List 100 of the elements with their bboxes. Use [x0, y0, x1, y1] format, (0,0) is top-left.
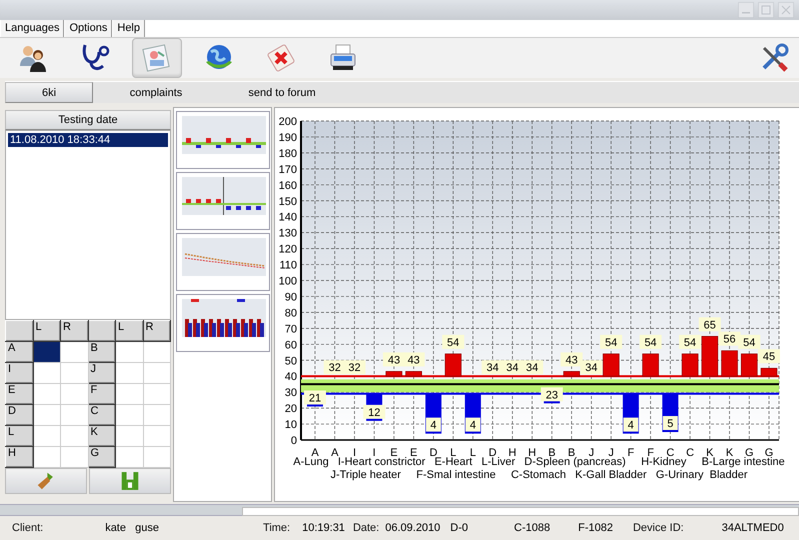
grid-cell[interactable] [60, 384, 88, 405]
status-label: Time: [263, 522, 290, 534]
chart-thumbnail[interactable] [176, 172, 270, 230]
bar [563, 372, 580, 377]
axis-tick-label: 130 [278, 228, 297, 240]
status-value: F-1082 [578, 522, 613, 534]
axis-tick-label: 170 [278, 164, 297, 176]
save-button[interactable] [89, 468, 171, 494]
header-cell: L [116, 320, 143, 342]
row-header: B [88, 342, 116, 363]
close-button[interactable] [777, 2, 795, 18]
header-cell: L [33, 320, 60, 342]
value-label: 21 [304, 390, 326, 405]
category-label: A [311, 447, 319, 456]
status-label: Device ID: [632, 522, 684, 534]
minimize-button[interactable] [737, 2, 755, 18]
value-label: 4 [426, 418, 441, 432]
value-label: 12 [363, 405, 386, 420]
status-label: Date: [352, 522, 380, 534]
grid-cell[interactable] [143, 342, 170, 363]
value-label: 56 [718, 332, 741, 346]
row-header: I [6, 362, 33, 384]
category-label: H [508, 447, 516, 456]
grid-cell[interactable] [60, 404, 88, 426]
legend-text: A-Lung I-Heart constrictor E-Heart L-Liver D-Spleen (pancreas) H-Kidney B-Large intestine [293, 456, 785, 470]
axis-tick-label: 200 [278, 116, 297, 128]
value-label: 54 [600, 335, 622, 350]
value-label: 34 [521, 360, 544, 375]
bar [760, 368, 778, 377]
axis-tick-label: 0 [290, 435, 297, 448]
tab[interactable]: 6ki [5, 82, 93, 104]
category-label: L [450, 447, 456, 456]
grid-cell[interactable] [33, 342, 60, 363]
value-label: 4 [623, 418, 638, 432]
menu-item[interactable]: Languages [0, 20, 64, 37]
bar [444, 354, 462, 377]
grid-cell[interactable] [143, 362, 170, 384]
grid-cell[interactable] [33, 426, 60, 447]
axis-tick-label: 120 [278, 244, 297, 256]
axis-tick-label: 150 [278, 196, 297, 208]
chart-thumbnail[interactable] [176, 294, 270, 352]
tab[interactable]: complaints [93, 82, 219, 104]
value-label: 4 [465, 418, 480, 432]
grid-cell[interactable] [60, 426, 88, 447]
value-label: 34 [580, 360, 602, 375]
header-cell: R [143, 320, 170, 342]
grid-cell[interactable] [60, 362, 88, 384]
column-header[interactable]: Testing date [5, 110, 171, 130]
value-label: 34 [482, 360, 504, 375]
chart-thumbnail[interactable] [176, 233, 270, 292]
axis-tick-label: 180 [278, 148, 297, 160]
grid-cell[interactable] [116, 426, 143, 447]
grid-cell[interactable] [143, 404, 170, 426]
menu-item[interactable]: Help [112, 20, 145, 37]
tab[interactable]: send to forum [219, 82, 345, 104]
list-item[interactable]: 11.08.2010 18:33:44 [8, 133, 168, 148]
status-value: kate guse [105, 522, 160, 534]
value-label: 45 [758, 350, 780, 364]
grid-cell[interactable] [33, 404, 60, 426]
legend-text: J-Triple heater F-Smal intestine C-Stomach K-Gall Bladder G-Urinary Bladder [330, 469, 748, 482]
row-header: J [88, 362, 116, 384]
value-label: 54 [679, 335, 702, 350]
bar [721, 350, 738, 377]
grid-cell[interactable] [60, 342, 88, 363]
category-label: J [608, 447, 614, 456]
grid-cell[interactable] [143, 426, 170, 447]
category-label: E [390, 447, 398, 456]
category-label: C [686, 447, 694, 456]
grid-cell[interactable] [116, 384, 143, 405]
value-label: 54 [640, 335, 662, 350]
grid-cell[interactable] [116, 362, 143, 384]
scrollbar-thumb[interactable] [242, 507, 799, 516]
category-label: I [352, 447, 356, 456]
grid-cell[interactable] [33, 384, 60, 405]
header-cell: R [60, 320, 88, 342]
maximize-button[interactable] [757, 2, 775, 18]
grid-cell[interactable] [116, 342, 143, 363]
grid-cell[interactable] [33, 362, 60, 384]
row-header: C [88, 404, 116, 426]
menu-item[interactable]: Options [64, 20, 112, 37]
row-header: E [6, 384, 33, 405]
category-label: E [410, 447, 418, 456]
chart-document-button[interactable] [132, 38, 182, 78]
grid-cell[interactable] [143, 384, 170, 405]
category-label: G [764, 447, 774, 456]
status-label: Client: [12, 522, 44, 534]
axis-tick-label: 50 [284, 356, 297, 368]
value-label: 54 [738, 335, 760, 350]
axis-tick-label: 70 [284, 324, 297, 336]
axis-tick-label: 90 [284, 292, 297, 304]
category-label: A [331, 447, 338, 456]
row-header: G [88, 446, 116, 468]
value-label: 5 [662, 416, 678, 430]
axis-tick-label: 160 [278, 180, 297, 192]
value-label: 43 [560, 352, 583, 367]
bar [602, 354, 620, 377]
chart-thumbnail[interactable] [176, 111, 270, 170]
status-value: 34ALTMED0 [722, 522, 784, 534]
category-label: I [372, 447, 376, 456]
grid-cell[interactable] [116, 404, 143, 426]
